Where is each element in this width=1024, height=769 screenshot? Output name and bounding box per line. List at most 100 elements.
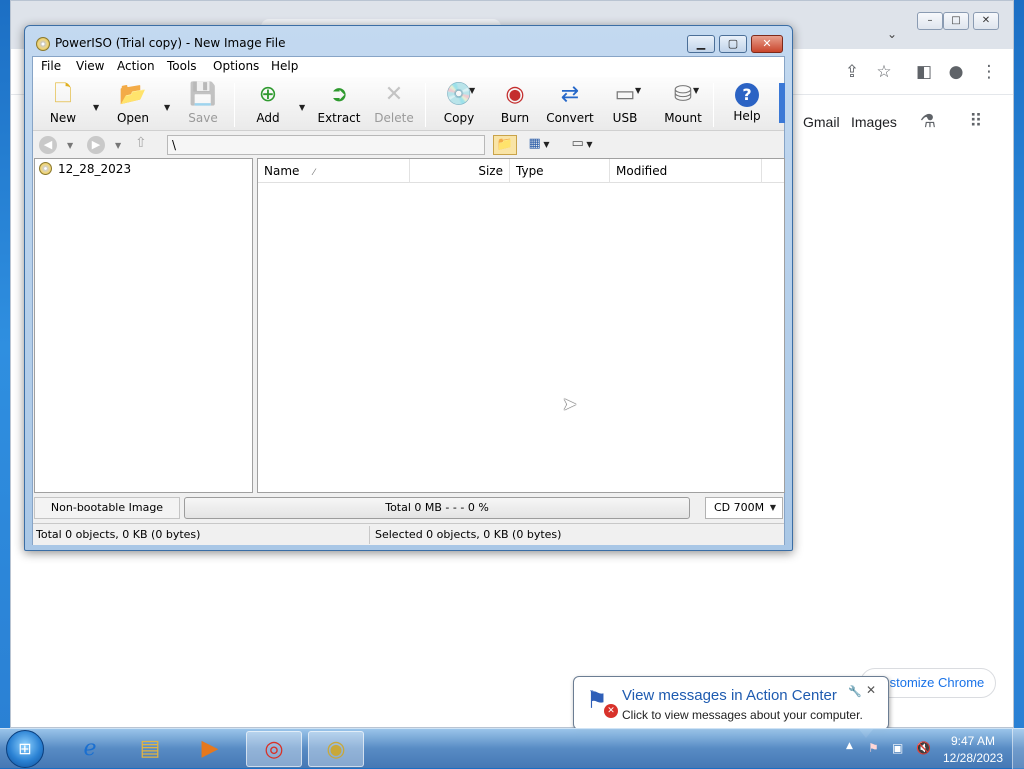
toolbar-chevron[interactable] (779, 83, 785, 123)
media-player-icon[interactable]: ▶ (182, 731, 238, 767)
toolbar-separator (713, 83, 714, 127)
add-dropdown-arrow[interactable]: ▼ (299, 103, 305, 112)
burn-button[interactable]: ◉ Burn (487, 79, 543, 129)
chevron-down-icon: ▼ (769, 503, 776, 512)
menu-options[interactable]: Options (208, 59, 264, 73)
share-icon[interactable]: ⇪ (839, 59, 865, 85)
profile-icon[interactable]: ● (943, 59, 969, 85)
copy-dropdown-arrow[interactable]: ▼ (469, 86, 475, 95)
images-link[interactable]: Images (851, 114, 897, 130)
image-status-bar: Non-bootable Image Total 0 MB - - - 0 % … (33, 494, 784, 522)
close-button[interactable]: ✕ (751, 35, 783, 53)
taskbar: ⊞ ℯ ▤ ▶ ◎ ◉ ▲ ⚑ ▣ 🔇 9:47 AM 12/28/2023 (0, 728, 1024, 769)
labs-icon[interactable]: ⚗ (915, 109, 941, 135)
delete-button[interactable]: ✕ Delete (366, 79, 422, 129)
chrome-close-button[interactable]: ✕ (973, 12, 999, 30)
boot-status: Non-bootable Image (34, 497, 180, 519)
mouse-cursor-icon: ➤ (562, 394, 578, 415)
apps-grid-icon[interactable]: ⠿ (963, 109, 989, 135)
mount-dropdown-arrow[interactable]: ▼ (693, 86, 699, 95)
delete-x-icon: ✕ (384, 82, 404, 107)
file-explorer-icon[interactable]: ▤ (122, 731, 178, 767)
internet-explorer-icon[interactable]: ℯ (62, 731, 118, 767)
new-label: New (49, 111, 77, 125)
extract-button[interactable]: ➲ Extract (311, 79, 367, 129)
chrome-taskbar-icon[interactable]: ◎ (246, 731, 302, 767)
new-button[interactable]: 🗋 New (35, 79, 91, 129)
back-icon[interactable]: ◀ (39, 136, 57, 154)
side-panel-icon[interactable]: ◧ (911, 59, 937, 85)
convert-button[interactable]: ⇄ Convert (542, 79, 598, 129)
save-label: Save (188, 111, 218, 125)
open-folder-icon: 📂 (119, 82, 147, 107)
chrome-minimize-button[interactable]: – (917, 12, 943, 30)
gmail-link[interactable]: Gmail (803, 114, 840, 130)
balloon-title[interactable]: View messages in Action Center (622, 687, 837, 704)
more-vert-icon[interactable]: ⋮ (976, 59, 1002, 85)
up-folder-icon[interactable]: ⇧ (135, 135, 147, 151)
list-header: Name ⁄ Size Type Modified (258, 159, 784, 183)
clock-time[interactable]: 9:47 AM (944, 734, 1002, 748)
poweriso-taskbar-icon[interactable]: ◉ (308, 731, 364, 767)
usb-label: USB (612, 111, 638, 125)
disc-icon (39, 162, 52, 175)
menu-view[interactable]: View (71, 59, 109, 73)
menu-bar: File View Action Tools Options Help (33, 57, 784, 77)
menu-help[interactable]: Help (266, 59, 303, 73)
menu-tools[interactable]: Tools (162, 59, 202, 73)
open-button[interactable]: 📂 Open (105, 79, 161, 129)
add-label: Add (256, 111, 280, 125)
toolbar-separator (425, 83, 426, 127)
chevron-down-icon[interactable]: ⌄ (887, 27, 897, 41)
column-size[interactable]: Size (410, 159, 510, 183)
save-disk-icon: 💾 (189, 82, 217, 107)
menu-file[interactable]: File (36, 59, 66, 73)
extract-arrow-icon: ➲ (329, 82, 349, 107)
poweriso-window: PowerISO (Trial copy) - New Image File ▁… (24, 25, 793, 551)
title-bar[interactable]: PowerISO (Trial copy) - New Image File ▁… (25, 26, 792, 56)
usb-dropdown-arrow[interactable]: ▼ (635, 86, 641, 95)
folder-view-icon[interactable]: 📁 (493, 135, 517, 155)
minimize-button[interactable]: ▁ (687, 35, 715, 53)
save-button[interactable]: 💾 Save (175, 79, 231, 129)
open-dropdown-arrow[interactable]: ▼ (164, 103, 170, 112)
network-icon[interactable]: ▣ (892, 741, 903, 755)
mount-button[interactable]: ⛁ Mount (655, 79, 711, 129)
burn-label: Burn (500, 111, 530, 125)
maximize-button[interactable]: ▢ (719, 35, 747, 53)
action-center-tray-icon[interactable]: ⚑ (868, 741, 879, 755)
close-icon[interactable]: ✕ (866, 683, 876, 697)
column-modified[interactable]: Modified (610, 159, 762, 183)
menu-action[interactable]: Action (112, 59, 160, 73)
action-center-balloon[interactable]: ⚑ ✕ View messages in Action Center Click… (573, 676, 889, 730)
sort-indicator-icon: ⁄ (313, 168, 315, 178)
usb-button[interactable]: ▭ USB (597, 79, 653, 129)
help-button[interactable]: ? Help (719, 79, 775, 129)
list-view-icon[interactable]: ▦ ▼ (523, 135, 555, 155)
window-title: PowerISO (Trial copy) - New Image File (55, 36, 286, 50)
wrench-icon[interactable]: 🔧 (848, 685, 862, 698)
add-button[interactable]: ⊕ Add (240, 79, 296, 129)
volume-muted-icon[interactable]: 🔇 (916, 741, 931, 755)
clock-date[interactable]: 12/28/2023 (938, 751, 1008, 765)
chrome-maximize-button[interactable]: □ (943, 12, 969, 30)
forward-icon[interactable]: ▶ (87, 136, 105, 154)
forward-dropdown-arrow[interactable]: ▼ (115, 141, 121, 150)
add-plus-icon: ⊕ (258, 82, 278, 107)
column-name[interactable]: Name ⁄ (258, 159, 410, 183)
layout-icon[interactable]: ▭ ▼ (565, 135, 599, 155)
path-input[interactable] (167, 135, 485, 155)
start-button[interactable]: ⊞ (6, 730, 44, 768)
show-desktop-button[interactable] (1012, 729, 1024, 769)
tray-overflow-icon[interactable]: ▲ (846, 741, 853, 751)
copy-button[interactable]: 💿 Copy (431, 79, 487, 129)
back-dropdown-arrow[interactable]: ▼ (67, 141, 73, 150)
tree-root-node[interactable]: 12_28_2023 (39, 162, 131, 176)
media-size-value: CD 700M (714, 501, 765, 514)
burn-disc-icon: ◉ (505, 82, 525, 107)
window-client-area: File View Action Tools Options Help 🗋 Ne… (32, 56, 785, 545)
star-icon[interactable]: ☆ (871, 59, 897, 85)
new-dropdown-arrow[interactable]: ▼ (93, 103, 99, 112)
column-type[interactable]: Type (510, 159, 610, 183)
media-size-select[interactable]: CD 700M ▼ (705, 497, 783, 519)
